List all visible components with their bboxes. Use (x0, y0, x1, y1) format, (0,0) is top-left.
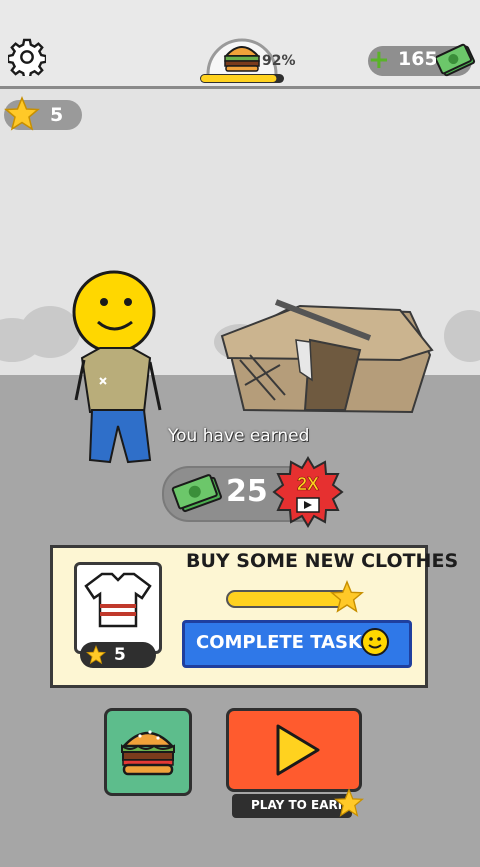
add-money-button[interactable]: + (368, 47, 390, 73)
shirt-icon (84, 572, 152, 628)
double-reward-button[interactable]: 2X (272, 456, 344, 528)
cash-icon (171, 474, 222, 513)
earned-label: You have earned (168, 426, 310, 446)
hunger-percent: 92% (262, 53, 296, 69)
star-icon (86, 645, 106, 665)
star-icon (4, 96, 40, 131)
task-title: BUY SOME NEW CLOTHES (186, 550, 459, 572)
burger-icon (121, 730, 175, 776)
money-value: 165 (398, 48, 438, 70)
smiley-icon (361, 628, 389, 656)
star-icon (334, 788, 364, 817)
star-count: 5 (50, 104, 64, 126)
starburst-badge: 2X (272, 456, 344, 528)
star-icon (330, 580, 364, 613)
multiplier-label: 2X (297, 474, 319, 494)
task-reward-value: 5 (114, 645, 126, 665)
cash-icon (436, 43, 476, 77)
earned-amount: 25 (226, 474, 268, 509)
gear-icon[interactable] (8, 38, 46, 76)
play-icon (276, 724, 320, 776)
shack (220, 299, 434, 414)
video-icon (296, 497, 320, 513)
complete-task-label[interactable]: COMPLETE TASK (196, 632, 362, 653)
